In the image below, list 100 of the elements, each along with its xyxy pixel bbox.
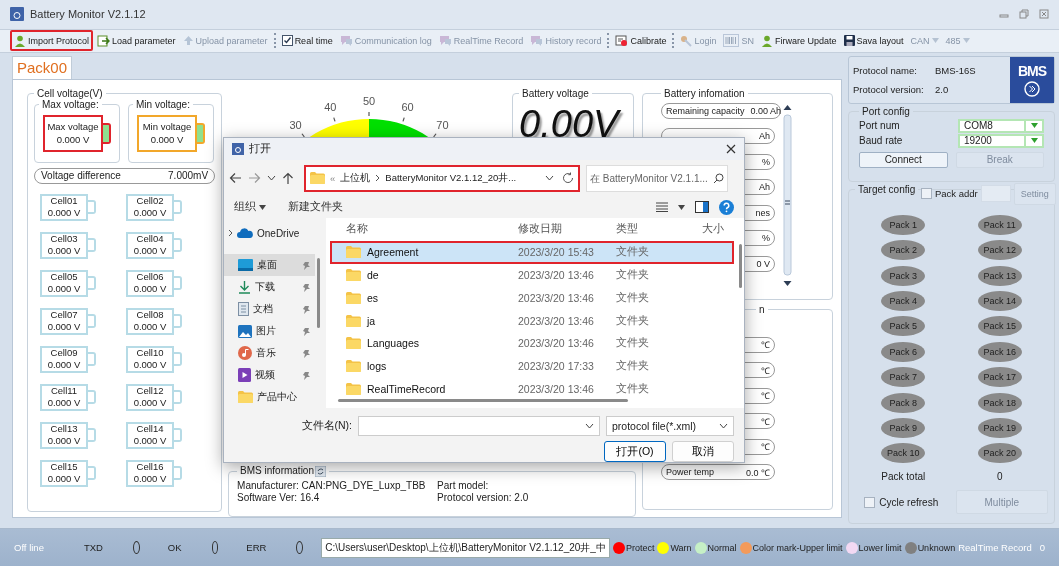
input-field[interactable]: [980, 185, 1011, 203]
file-row[interactable]: RealTimeRecord 2023/3/20 13:46 文件夹: [330, 377, 734, 401]
pack-button[interactable]: Pack 3: [881, 265, 926, 286]
field-value: 0.0 ℃: [745, 466, 770, 479]
indicator-label: OK: [167, 542, 182, 554]
window-title: Battery Monitor V2.1.12: [30, 8, 146, 21]
checkbox-icon: [281, 35, 293, 47]
pack-button[interactable]: Pack 18: [977, 392, 1022, 413]
pack-button[interactable]: Pack 4: [881, 291, 926, 312]
toolbar-button[interactable]: Real time: [278, 30, 336, 52]
pack-button[interactable]: Pack 20: [977, 443, 1022, 464]
command-button[interactable]: 组织: [234, 200, 266, 214]
cell-value: 0.000 V: [47, 397, 81, 411]
indicator-label: ERR: [246, 542, 267, 554]
pack-button[interactable]: Pack 2: [881, 240, 926, 261]
dialog-button[interactable]: 打开(O): [604, 441, 666, 462]
baud-dropdown[interactable]: 19200: [958, 133, 1044, 148]
help-icon: [719, 199, 734, 215]
pack-button[interactable]: Pack 11: [977, 214, 1022, 235]
file-row[interactable]: Languages 2023/3/20 13:46 文件夹: [330, 332, 734, 355]
nav-item[interactable]: 视频: [224, 364, 315, 386]
column-header[interactable]: 名称: [346, 222, 518, 237]
pack-button[interactable]: Pack 9: [881, 418, 926, 439]
chat-icon: [438, 35, 452, 47]
port-dropdown[interactable]: COM8: [958, 118, 1044, 133]
file-row[interactable]: logs 2023/3/20 17:33 文件夹: [330, 354, 734, 378]
chevron-right-icon: [375, 174, 381, 182]
pack-button[interactable]: Pack 5: [881, 316, 926, 337]
pack-button[interactable]: Pack 15: [977, 316, 1022, 337]
column-header[interactable]: 类型: [616, 222, 702, 237]
legend-label: Protect: [625, 542, 655, 553]
nav-item[interactable]: 图片: [224, 320, 315, 342]
cell-value: 0.000 V: [47, 245, 81, 259]
pack-button[interactable]: Pack 13: [977, 265, 1022, 286]
nav-item[interactable]: 文档: [224, 298, 315, 320]
pack-button[interactable]: Pack 6: [881, 341, 926, 362]
nav-item[interactable]: OneDrive: [224, 222, 315, 244]
toolbar-button[interactable]: Import Protocol: [10, 30, 94, 52]
chat-icon: [530, 35, 544, 47]
file-date: 2023/3/20 17:33: [518, 360, 595, 373]
file-row[interactable]: ja 2023/3/20 13:46 文件夹: [330, 309, 734, 332]
column-header[interactable]: 修改日期: [518, 222, 616, 237]
filename-field[interactable]: [358, 416, 600, 436]
group-title: Battery voltage: [521, 87, 590, 99]
refresh-icon: [315, 465, 326, 477]
path-field[interactable]: C:\Users\user\Desktop\上位机\BatteryMonitor V2.1.12_20井_中: [321, 537, 610, 558]
cell-name: Cell07: [50, 308, 78, 322]
toolbar-button[interactable]: Firware Update: [758, 30, 840, 52]
refresh-icon: [562, 172, 574, 184]
gauge-label: 40: [324, 101, 337, 113]
checkbox[interactable]: [921, 188, 932, 200]
nav-item[interactable]: 下载: [224, 276, 315, 298]
group-title: Cell voltage(V): [36, 87, 104, 99]
file-row[interactable]: Agreement 2023/3/20 15:43 文件夹: [330, 240, 734, 264]
pack-button[interactable]: Pack 8: [881, 392, 926, 413]
column-header[interactable]: 大小: [702, 222, 732, 237]
address-bar[interactable]: « 上位机 BatteryMonitor V2.1.12_20井...: [304, 164, 580, 192]
caret-icon: [678, 204, 685, 210]
checkbox[interactable]: [864, 496, 876, 508]
scrollbar-thumb: [317, 258, 320, 328]
pack-button[interactable]: Pack 7: [881, 367, 926, 388]
pack-button[interactable]: Pack 10: [881, 443, 926, 464]
cell-name: Cell12: [136, 384, 164, 398]
file-name: Agreement: [367, 246, 419, 259]
file-date: 2023/3/20 15:43: [518, 246, 595, 259]
cell-name: Cell04: [136, 232, 164, 246]
file-date: 2023/3/20 13:46: [518, 382, 595, 395]
pack-button[interactable]: Pack 16: [977, 341, 1022, 362]
cell-name: Cell08: [136, 308, 164, 322]
field-label: Protocol version:: [853, 83, 925, 95]
file-type: 文件夹: [616, 336, 650, 351]
nav-item[interactable]: 产品中心: [224, 386, 315, 408]
barcode-icon: [723, 34, 740, 48]
port-button[interactable]: Connect: [859, 151, 948, 168]
toolbar-button[interactable]: Sava layout: [840, 30, 907, 52]
connection-status: Off line: [14, 542, 44, 554]
record-label: RealTime Record: [958, 542, 1032, 554]
pack-button[interactable]: Pack 1: [881, 214, 926, 235]
pack-button[interactable]: Pack 17: [977, 367, 1022, 388]
pack-button[interactable]: Pack 12: [977, 240, 1022, 261]
pack-button[interactable]: Pack 19: [977, 418, 1022, 439]
command-button[interactable]: 新建文件夹: [288, 200, 343, 214]
nav-item[interactable]: 桌面: [224, 254, 315, 276]
info-text: Manufacturer: CAN:PNG_DYE_Luxp_TBB: [237, 479, 427, 493]
pack-button[interactable]: Pack 14: [977, 291, 1022, 312]
nav-item[interactable]: 音乐: [224, 342, 315, 364]
field-label: Power temp: [666, 467, 714, 478]
cell-value: 0.000 V: [133, 321, 167, 335]
pin-icon: [302, 326, 311, 336]
cell-name: Cell13: [50, 422, 78, 436]
dialog-button[interactable]: 取消: [672, 441, 734, 462]
file-type-dropdown[interactable]: protocol file(*.xml): [606, 416, 734, 436]
caret-icon: [1030, 138, 1038, 144]
search-field[interactable]: 在 BatteryMonitor V2.1.1...: [586, 164, 728, 192]
field-value: 0 V: [756, 258, 770, 269]
toolbar-button[interactable]: Calibrate: [612, 30, 670, 52]
file-row[interactable]: es 2023/3/20 13:46 文件夹: [330, 286, 734, 310]
toolbar-button[interactable]: Load parameter: [94, 30, 179, 52]
field-value: ℃: [761, 339, 770, 352]
file-row[interactable]: de 2023/3/20 13:46 文件夹: [330, 263, 734, 287]
